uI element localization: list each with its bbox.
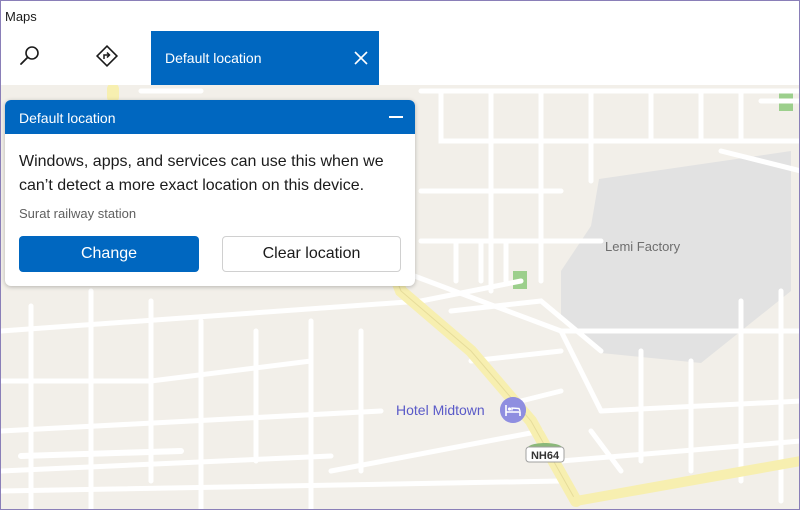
close-icon[interactable] [351,48,371,68]
app-title: Maps [5,9,37,24]
current-location-text: Surat railway station [19,206,137,221]
panel-header: Default location [5,100,415,134]
title-bar: Maps [1,1,799,31]
clear-location-button[interactable]: Clear location [222,236,401,272]
directions-icon[interactable] [94,43,120,69]
bed-icon[interactable] [500,397,526,423]
toolbar [1,31,799,85]
change-button[interactable]: Change [19,236,199,272]
panel-description: Windows, apps, and services can use this… [19,153,384,194]
road-shield-label: NH64 [531,450,560,462]
default-location-panel: Default location Windows, apps, and serv… [5,100,415,286]
panel-title: Default location [19,110,116,126]
road-shield: NH64 [525,443,565,463]
factory-label[interactable]: Lemi Factory [605,239,680,254]
maps-window: Maps Default location Default location W… [0,0,800,510]
search-icon[interactable] [17,43,43,69]
search-chip-label: Default location [165,50,262,66]
minimize-icon[interactable] [389,116,403,118]
search-chip[interactable]: Default location [151,31,379,85]
hotel-label[interactable]: Hotel Midtown [396,402,485,418]
